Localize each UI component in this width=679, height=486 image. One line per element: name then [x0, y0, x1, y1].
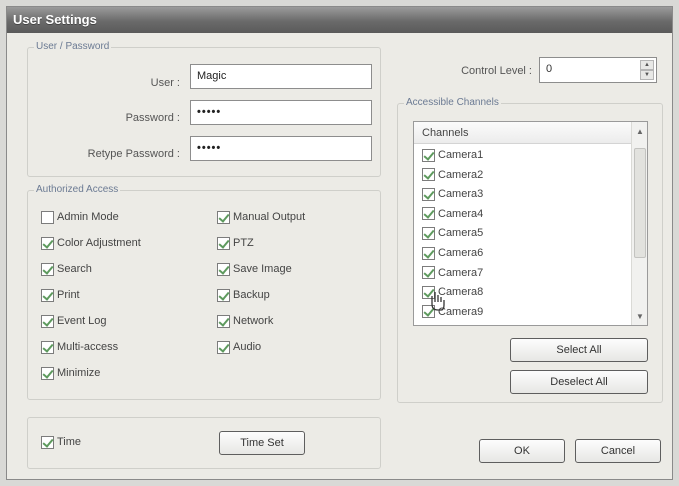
- check-icon: [41, 340, 54, 354]
- access-checkbox-audio[interactable]: Audio: [217, 339, 261, 355]
- channel-row-camera1[interactable]: Camera1: [422, 146, 483, 164]
- window-title: User Settings: [13, 12, 97, 27]
- check-icon: [41, 366, 54, 380]
- access-checkbox-manual-output[interactable]: Manual Output: [217, 209, 305, 225]
- select-all-button[interactable]: Select All: [510, 338, 648, 362]
- check-icon: [41, 314, 54, 328]
- control-level-label: Control Level :: [461, 65, 532, 77]
- channel-label: Camera7: [438, 266, 484, 279]
- user-value: Magic: [197, 70, 227, 82]
- access-label: PTZ: [233, 237, 254, 249]
- time-label: Time: [57, 436, 82, 448]
- ok-button[interactable]: OK: [479, 439, 565, 463]
- channel-label: Camera6: [438, 247, 484, 259]
- time-checkbox[interactable]: Time: [41, 434, 81, 450]
- access-checkbox-event-log[interactable]: Event Log: [41, 313, 107, 329]
- user-field[interactable]: Magic: [190, 64, 372, 89]
- channel-row-camera3[interactable]: Camera3: [422, 185, 483, 203]
- scroll-down-arrow-icon[interactable]: ▼: [634, 309, 646, 323]
- access-checkbox-multi-access[interactable]: Multi-access: [41, 339, 118, 355]
- access-label: Network: [233, 315, 274, 327]
- user-settings-dialog: User Settings User / Password User : Mag…: [6, 6, 673, 480]
- channels-column-header[interactable]: Channels: [414, 122, 632, 144]
- access-label: Multi-access: [57, 341, 119, 353]
- access-checkbox-ptz[interactable]: PTZ: [217, 235, 254, 251]
- channel-label: Camera2: [438, 168, 484, 181]
- scroll-up-arrow-icon[interactable]: ▲: [634, 124, 646, 138]
- spin-up-icon[interactable]: ▲: [640, 60, 654, 70]
- access-checkbox-print[interactable]: Print: [41, 287, 80, 303]
- password-value: •••••: [197, 106, 222, 118]
- access-label: Manual Output: [233, 211, 306, 223]
- channels-scrollbar[interactable]: ▲ ▼: [631, 122, 647, 325]
- check-icon: [217, 236, 230, 250]
- access-checkbox-search[interactable]: Search: [41, 261, 92, 277]
- access-checkbox-color-adjustment[interactable]: Color Adjustment: [41, 235, 141, 251]
- control-level-spinner[interactable]: 0 ▲ ▼: [539, 57, 657, 83]
- channel-row-camera6[interactable]: Camera6: [422, 244, 483, 262]
- access-label: Color Adjustment: [57, 237, 141, 249]
- check-icon: [422, 226, 435, 240]
- check-icon: [217, 262, 230, 276]
- access-checkbox-save-image[interactable]: Save Image: [217, 261, 292, 277]
- check-icon: [41, 288, 54, 302]
- channel-row-camera2[interactable]: Camera2: [422, 166, 483, 184]
- access-checkbox-admin-mode[interactable]: Admin Mode: [41, 209, 119, 225]
- retype-password-field[interactable]: •••••: [190, 136, 372, 161]
- access-label: Admin Mode: [57, 211, 119, 223]
- check-icon: [217, 340, 230, 354]
- check-icon: [41, 236, 54, 250]
- time-set-button[interactable]: Time Set: [219, 431, 305, 455]
- channel-label: Camera3: [438, 188, 484, 201]
- retype-password-label: Retype Password :: [87, 148, 180, 160]
- access-label: Audio: [233, 341, 262, 353]
- accessible-channels-legend: Accessible Channels: [404, 97, 501, 108]
- channel-row-camera5[interactable]: Camera5: [422, 224, 483, 242]
- spin-down-icon[interactable]: ▼: [640, 70, 654, 80]
- access-checkbox-backup[interactable]: Backup: [217, 287, 270, 303]
- check-icon: [41, 262, 54, 276]
- time-check-icon: [41, 435, 54, 449]
- access-label: Minimize: [57, 367, 101, 379]
- channel-row-camera7[interactable]: Camera7: [422, 264, 483, 282]
- check-icon: [217, 288, 230, 302]
- retype-password-value: •••••: [197, 142, 222, 154]
- scrollbar-thumb[interactable]: [634, 148, 646, 258]
- deselect-all-button[interactable]: Deselect All: [510, 370, 648, 394]
- cancel-button[interactable]: Cancel: [575, 439, 661, 463]
- channels-list[interactable]: Channels Camera1 Camera2 Camera3 Camera4 Cam…: [413, 121, 648, 326]
- access-label: Event Log: [57, 315, 107, 327]
- user-label: User :: [150, 77, 180, 89]
- access-label: Backup: [233, 289, 270, 301]
- user-password-legend: User / Password: [34, 41, 112, 52]
- access-checkbox-network[interactable]: Network: [217, 313, 273, 329]
- check-icon: [41, 210, 54, 224]
- access-label: Save Image: [233, 263, 292, 275]
- access-checkbox-minimize[interactable]: Minimize: [41, 365, 100, 381]
- channel-label: Camera5: [438, 227, 484, 240]
- check-icon: [217, 314, 230, 328]
- check-icon: [422, 246, 435, 260]
- check-icon: [422, 266, 435, 280]
- check-icon: [422, 207, 435, 221]
- password-field[interactable]: •••••: [190, 100, 372, 125]
- check-icon: [217, 210, 230, 224]
- check-icon: [422, 187, 435, 201]
- check-icon: [422, 148, 435, 162]
- channel-label: Camera1: [438, 149, 484, 161]
- access-label: Search: [57, 263, 92, 275]
- channel-label: Camera4: [438, 207, 484, 220]
- access-label: Print: [57, 289, 80, 301]
- mouse-cursor-icon: [431, 292, 445, 311]
- check-icon: [422, 168, 435, 182]
- password-label: Password :: [125, 112, 180, 124]
- title-bar[interactable]: User Settings: [7, 7, 672, 33]
- control-level-value: 0: [546, 63, 553, 75]
- channel-row-camera4[interactable]: Camera4: [422, 205, 483, 223]
- authorized-access-legend: Authorized Access: [34, 184, 121, 195]
